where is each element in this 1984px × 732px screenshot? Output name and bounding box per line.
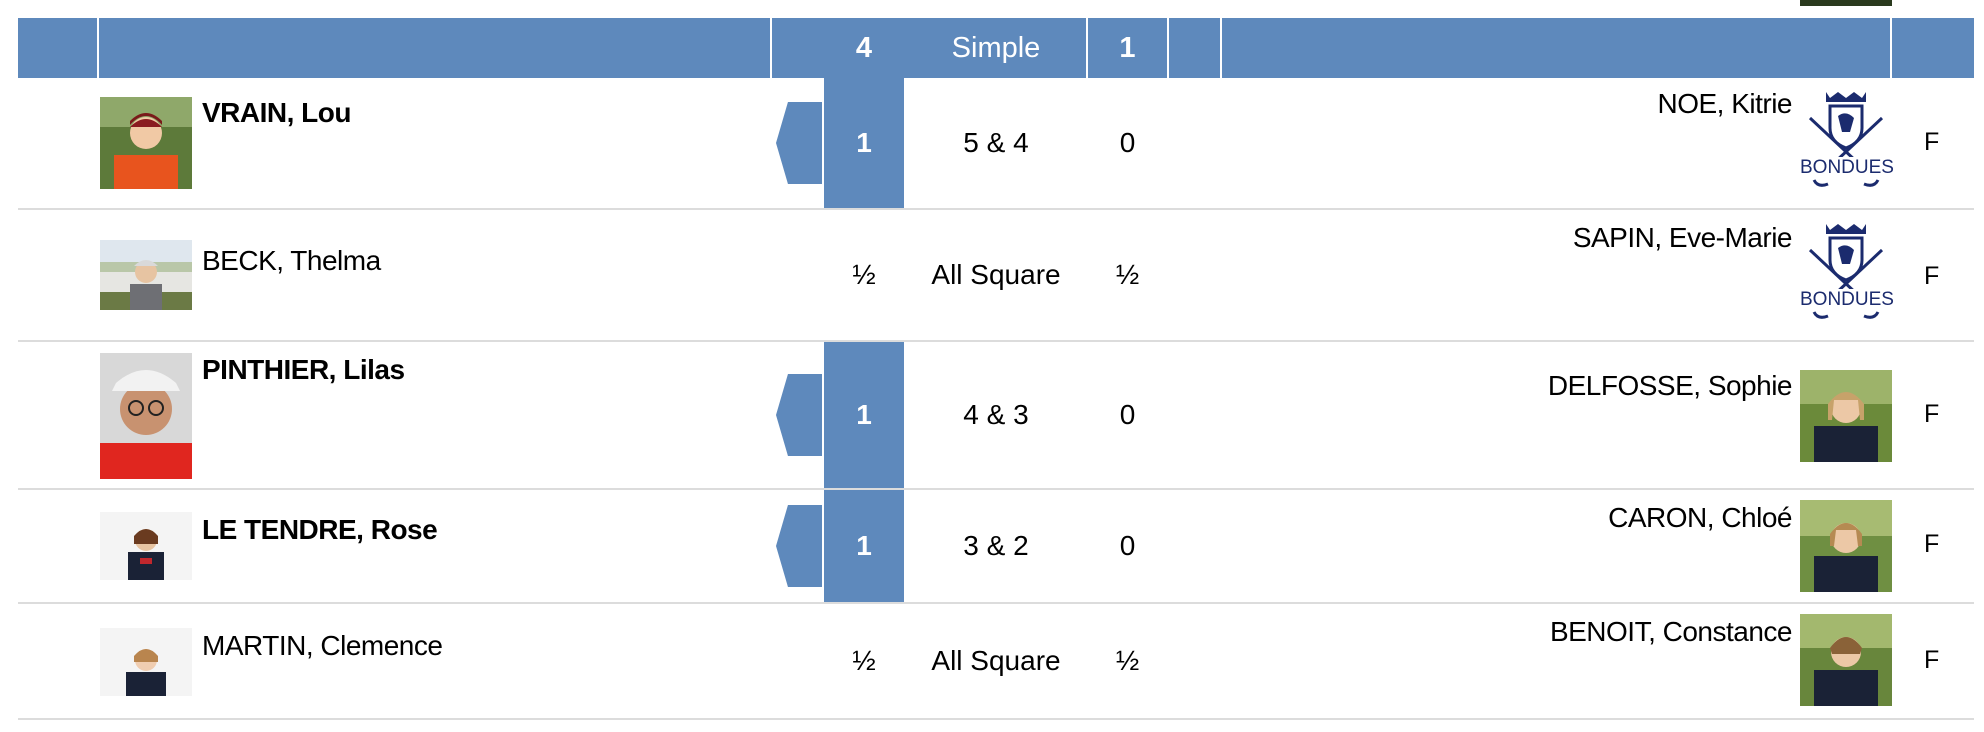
match-result: All Square — [931, 259, 1061, 290]
right-player-name[interactable]: DELFOSSE, Sophie — [1400, 370, 1793, 402]
gender-label: F — [1924, 128, 1940, 156]
match-result: All Square — [931, 645, 1061, 676]
player-photo-icon — [1800, 500, 1892, 592]
header-divider — [770, 18, 772, 78]
player-photo[interactable] — [1800, 614, 1892, 706]
player-photo[interactable] — [1800, 370, 1892, 462]
left-player-name[interactable]: PINTHIER, Lilas — [202, 354, 405, 386]
match-format: Simple — [951, 31, 1041, 64]
player-photo[interactable] — [1800, 500, 1892, 592]
player-photo-icon — [100, 628, 192, 696]
player-photo[interactable] — [100, 240, 192, 310]
player-photo[interactable] — [100, 97, 192, 189]
player-photo[interactable] — [100, 353, 192, 479]
club-crest — [1800, 88, 1892, 200]
player-photo-icon — [100, 240, 192, 310]
left-player-name[interactable]: VRAIN, Lou — [202, 97, 352, 129]
right-score: 0 — [1119, 399, 1136, 430]
left-player-name[interactable]: MARTIN, Clemence — [202, 630, 443, 662]
club-crest — [1800, 220, 1892, 332]
header-divider — [1167, 18, 1169, 78]
player-photo-icon — [1800, 614, 1892, 706]
left-score-cell: 1 — [824, 78, 904, 208]
gender-label: F — [1924, 400, 1940, 428]
player-photo-icon — [100, 353, 192, 479]
left-player-name[interactable]: LE TENDRE, Rose — [202, 514, 438, 546]
right-player-name[interactable]: CARON, Chloé — [1400, 502, 1792, 534]
gender-label: F — [1924, 262, 1940, 290]
left-score-cell: 1 — [824, 490, 904, 602]
gender-label: F — [1924, 646, 1940, 674]
club-name: BONDUES — [1800, 157, 1894, 179]
right-player-name[interactable]: NOE, Kitrie — [1400, 88, 1792, 120]
right-score: 0 — [1119, 530, 1136, 561]
team-left-total: 4 — [855, 31, 873, 64]
header-divider — [1890, 18, 1892, 78]
left-score-cell: 1 — [824, 342, 904, 488]
match-result: 3 & 2 — [963, 530, 1029, 561]
team-right-total: 1 — [1119, 31, 1136, 64]
left-score: ½ — [852, 645, 876, 676]
previous-photo-edge — [1800, 0, 1892, 6]
club-crest-icon — [1808, 224, 1884, 319]
right-score: ½ — [1115, 259, 1140, 290]
player-photo-icon — [100, 512, 192, 580]
right-score: 0 — [1119, 127, 1136, 158]
player-photo[interactable] — [100, 628, 192, 696]
player-photo-icon — [1800, 370, 1892, 462]
right-player-name[interactable]: SAPIN, Eve-Marie — [1400, 222, 1793, 254]
club-crest-icon — [1808, 92, 1884, 187]
right-score: ½ — [1115, 645, 1140, 676]
right-player-name[interactable]: BENOIT, Constance — [1400, 616, 1793, 648]
match-result: 4 & 3 — [963, 399, 1029, 430]
header-divider — [97, 18, 99, 78]
player-photo[interactable] — [100, 512, 192, 580]
gender-label: F — [1924, 530, 1940, 558]
player-photo-icon — [100, 97, 192, 189]
left-score: ½ — [852, 259, 876, 290]
left-player-name[interactable]: BECK, Thelma — [202, 245, 381, 277]
header-divider — [1220, 18, 1222, 78]
club-name: BONDUES — [1800, 289, 1894, 311]
match-result: 5 & 4 — [963, 127, 1029, 158]
